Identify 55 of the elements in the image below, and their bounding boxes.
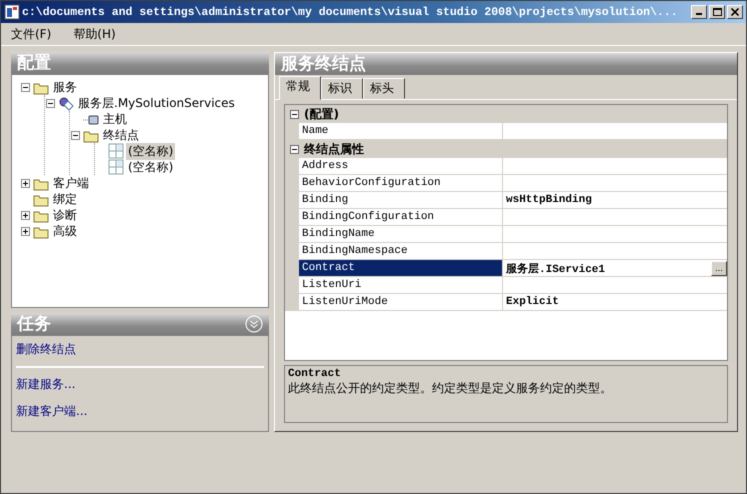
- property-name[interactable]: BindingConfiguration: [299, 209, 503, 226]
- window-title: c:\documents and settings\administrator\my documents\visual studio 2008\projects\mysolution\...: [22, 6, 679, 18]
- app-icon: [4, 4, 20, 20]
- description-text: 此终结点公开的约定类型。约定类型是定义服务约定的类型。: [288, 380, 613, 397]
- panel-title: 任务: [17, 313, 51, 335]
- collapse-icon[interactable]: [46, 98, 55, 108]
- tree-item[interactable]: 终结点: [101, 126, 141, 144]
- browse-button[interactable]: ...: [711, 260, 727, 276]
- close-icon: [731, 8, 739, 16]
- tree-item[interactable]: 诊断: [51, 206, 79, 224]
- property-name[interactable]: ListenUri: [299, 277, 503, 294]
- expand-icon[interactable]: [21, 226, 30, 236]
- tab[interactable]: 常规: [279, 76, 321, 100]
- tree-item[interactable]: (空名称): [126, 158, 176, 176]
- tree-item[interactable]: 客户端: [51, 174, 91, 192]
- menu-item[interactable]: 帮助(H): [73, 26, 116, 42]
- expand-icon[interactable]: [21, 178, 30, 188]
- tree-item[interactable]: 高级: [51, 222, 79, 240]
- maximize-icon: [712, 8, 722, 16]
- tree-item[interactable]: 服务层.MySolutionServices: [76, 94, 237, 112]
- collapse-icon[interactable]: [21, 82, 30, 92]
- property-value[interactable]: Explicit: [503, 296, 559, 308]
- task-link[interactable]: 新建客户端...: [16, 403, 264, 420]
- property-name[interactable]: ListenUriMode: [299, 294, 503, 311]
- collapse-icon[interactable]: [290, 144, 299, 154]
- property-name[interactable]: Binding: [299, 192, 503, 209]
- grid-icon: [108, 159, 124, 175]
- property-name[interactable]: BindingName: [299, 226, 503, 243]
- minimize-icon: [696, 13, 702, 15]
- property-name[interactable]: BehaviorConfiguration: [299, 175, 503, 192]
- task-link[interactable]: 删除终结点: [16, 341, 264, 358]
- description-title: Contract: [288, 368, 342, 380]
- property-name[interactable]: Address: [299, 158, 503, 175]
- collapse-icon[interactable]: [290, 110, 299, 118]
- category-label: 终结点属性: [304, 140, 364, 158]
- minimize-button[interactable]: [691, 5, 707, 19]
- tab[interactable]: 标头: [363, 78, 405, 99]
- property-value[interactable]: wsHttpBinding: [503, 194, 592, 206]
- collapse-icon[interactable]: [71, 130, 80, 140]
- maximize-button[interactable]: [709, 5, 725, 19]
- tree-item[interactable]: 服务: [51, 78, 79, 96]
- task-link[interactable]: 新建服务...: [16, 376, 264, 393]
- expand-icon[interactable]: [21, 210, 30, 220]
- grid-icon: [108, 143, 124, 159]
- tree-item[interactable]: 绑定: [51, 190, 79, 208]
- tab[interactable]: 标识: [321, 78, 363, 99]
- category-label: (配置): [304, 106, 339, 122]
- panel-title: 配置: [17, 52, 51, 74]
- property-name[interactable]: Contract: [299, 260, 503, 277]
- tree-item[interactable]: (空名称): [126, 142, 176, 160]
- close-button[interactable]: [727, 5, 743, 19]
- tree-item[interactable]: 主机: [101, 110, 129, 128]
- panel-title: 服务终结点: [281, 53, 366, 75]
- property-value[interactable]: 服务层.IService1: [503, 260, 606, 276]
- menu-item[interactable]: 文件(F): [11, 26, 52, 42]
